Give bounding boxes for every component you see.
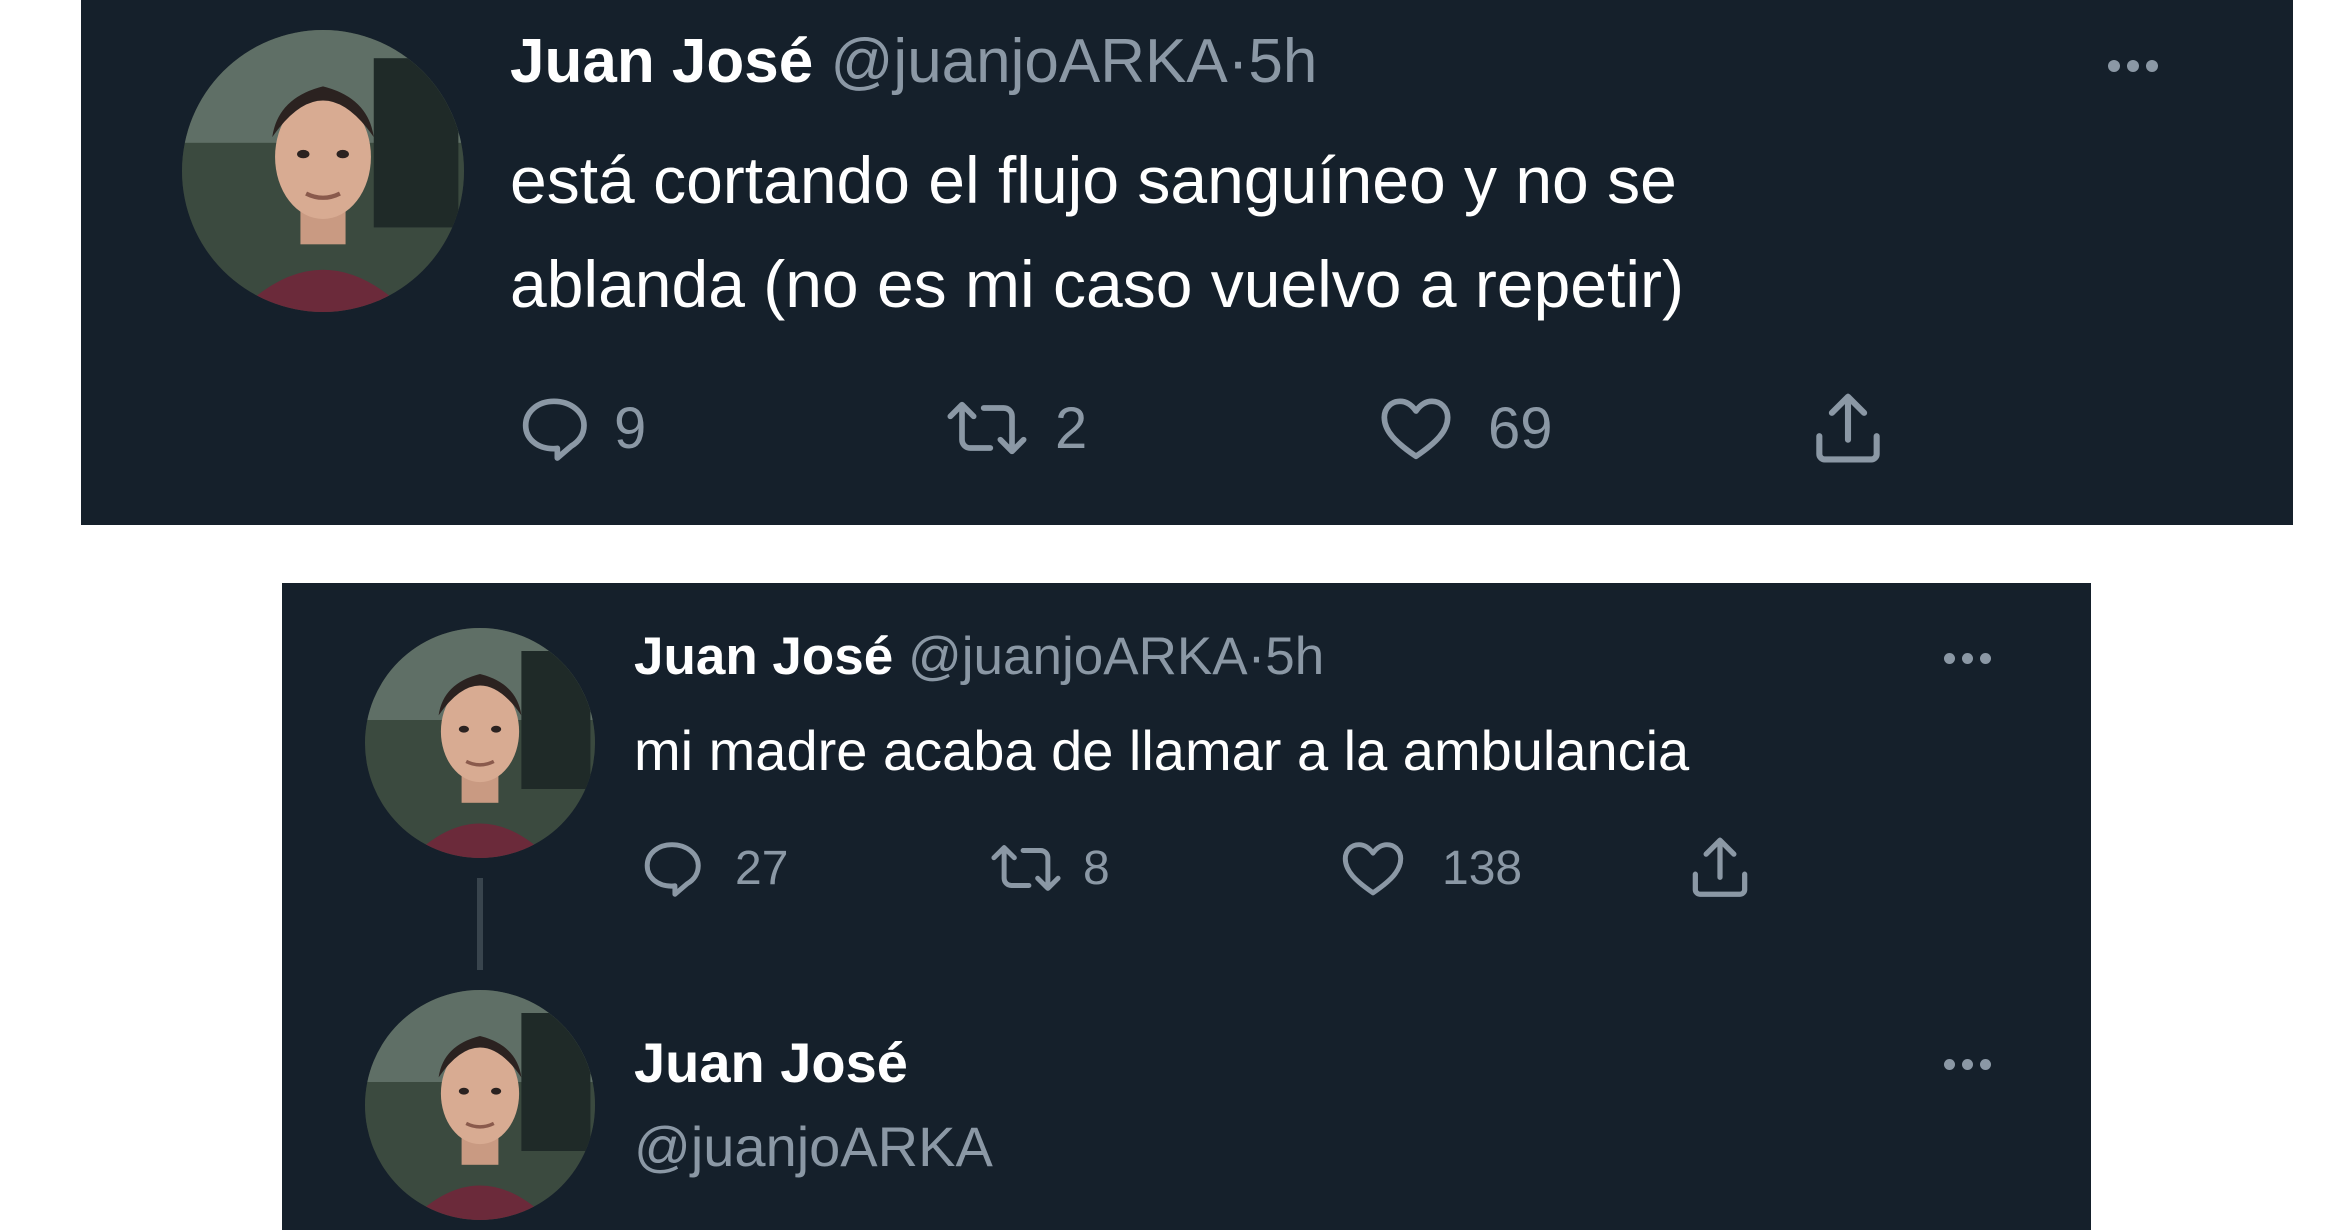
user-handle[interactable]: @juanjoARKA [634,1114,993,1180]
reply-count: 9 [614,395,647,461]
share-button[interactable] [1682,831,1758,905]
tweet-text-line: está cortando el flujo sanguíneo y no se [510,143,1677,217]
more-options-button[interactable] [2108,60,2158,72]
thread-connector [477,878,483,970]
share-icon [1816,393,1880,463]
tweet-header: Juan José @juanjoARKA·5h [510,26,1317,98]
retweet-icon [947,401,1027,455]
tweet-card: Juan José @juanjoARKA·5h está cortando e… [81,0,2293,525]
share-button[interactable] [1804,386,1892,472]
user-handle[interactable]: @juanjoARKA [830,27,1227,96]
avatar[interactable] [365,990,595,1220]
tweet-header: Juan José @juanjoARKA·5h [634,626,1324,688]
thread-card: Juan José @juanjoARKA·5h mi madre acaba … [282,583,2091,1230]
like-button[interactable]: 138 [1337,833,1522,903]
retweet-button[interactable]: 8 [985,833,1110,903]
user-handle[interactable]: @juanjoARKA [908,627,1248,686]
avatar[interactable] [365,628,595,858]
profile-photo [365,990,595,1220]
retweet-icon [991,845,1061,891]
more-icon [2108,60,2120,72]
more-options-button[interactable] [1944,1059,1991,1070]
reply-button[interactable]: 27 [637,833,788,903]
profile-photo [365,628,595,858]
like-button[interactable]: 69 [1374,388,1553,468]
tweet-text-line: ablanda (no es mi caso vuelvo a repetir) [510,247,1684,321]
separator-dot: · [1247,627,1266,686]
like-count: 138 [1442,841,1523,895]
display-name[interactable]: Juan José [634,627,893,686]
heart-icon [1342,842,1404,896]
display-name[interactable]: Juan José [634,1030,908,1096]
like-count: 69 [1488,395,1553,461]
separator-dot: · [1227,27,1249,96]
retweet-count: 8 [1083,841,1110,895]
retweet-button[interactable]: 2 [939,388,1087,468]
profile-photo [182,30,464,312]
more-icon [1944,1059,1955,1070]
retweet-count: 2 [1055,395,1088,461]
tweet-text-line: mi madre acaba de llamar a la ambulancia [634,719,1690,782]
reply-icon [644,842,701,897]
timestamp[interactable]: 5h [1265,627,1324,686]
more-options-button[interactable] [1944,653,1991,664]
reply-icon [522,398,587,461]
heart-icon [1381,398,1451,460]
display-name[interactable]: Juan José [510,27,813,96]
more-icon [1944,653,1955,664]
timestamp[interactable]: 5h [1248,27,1317,96]
reply-button[interactable]: 9 [514,388,646,468]
reply-count: 27 [735,841,789,895]
avatar[interactable] [182,30,464,312]
share-icon [1692,837,1748,897]
